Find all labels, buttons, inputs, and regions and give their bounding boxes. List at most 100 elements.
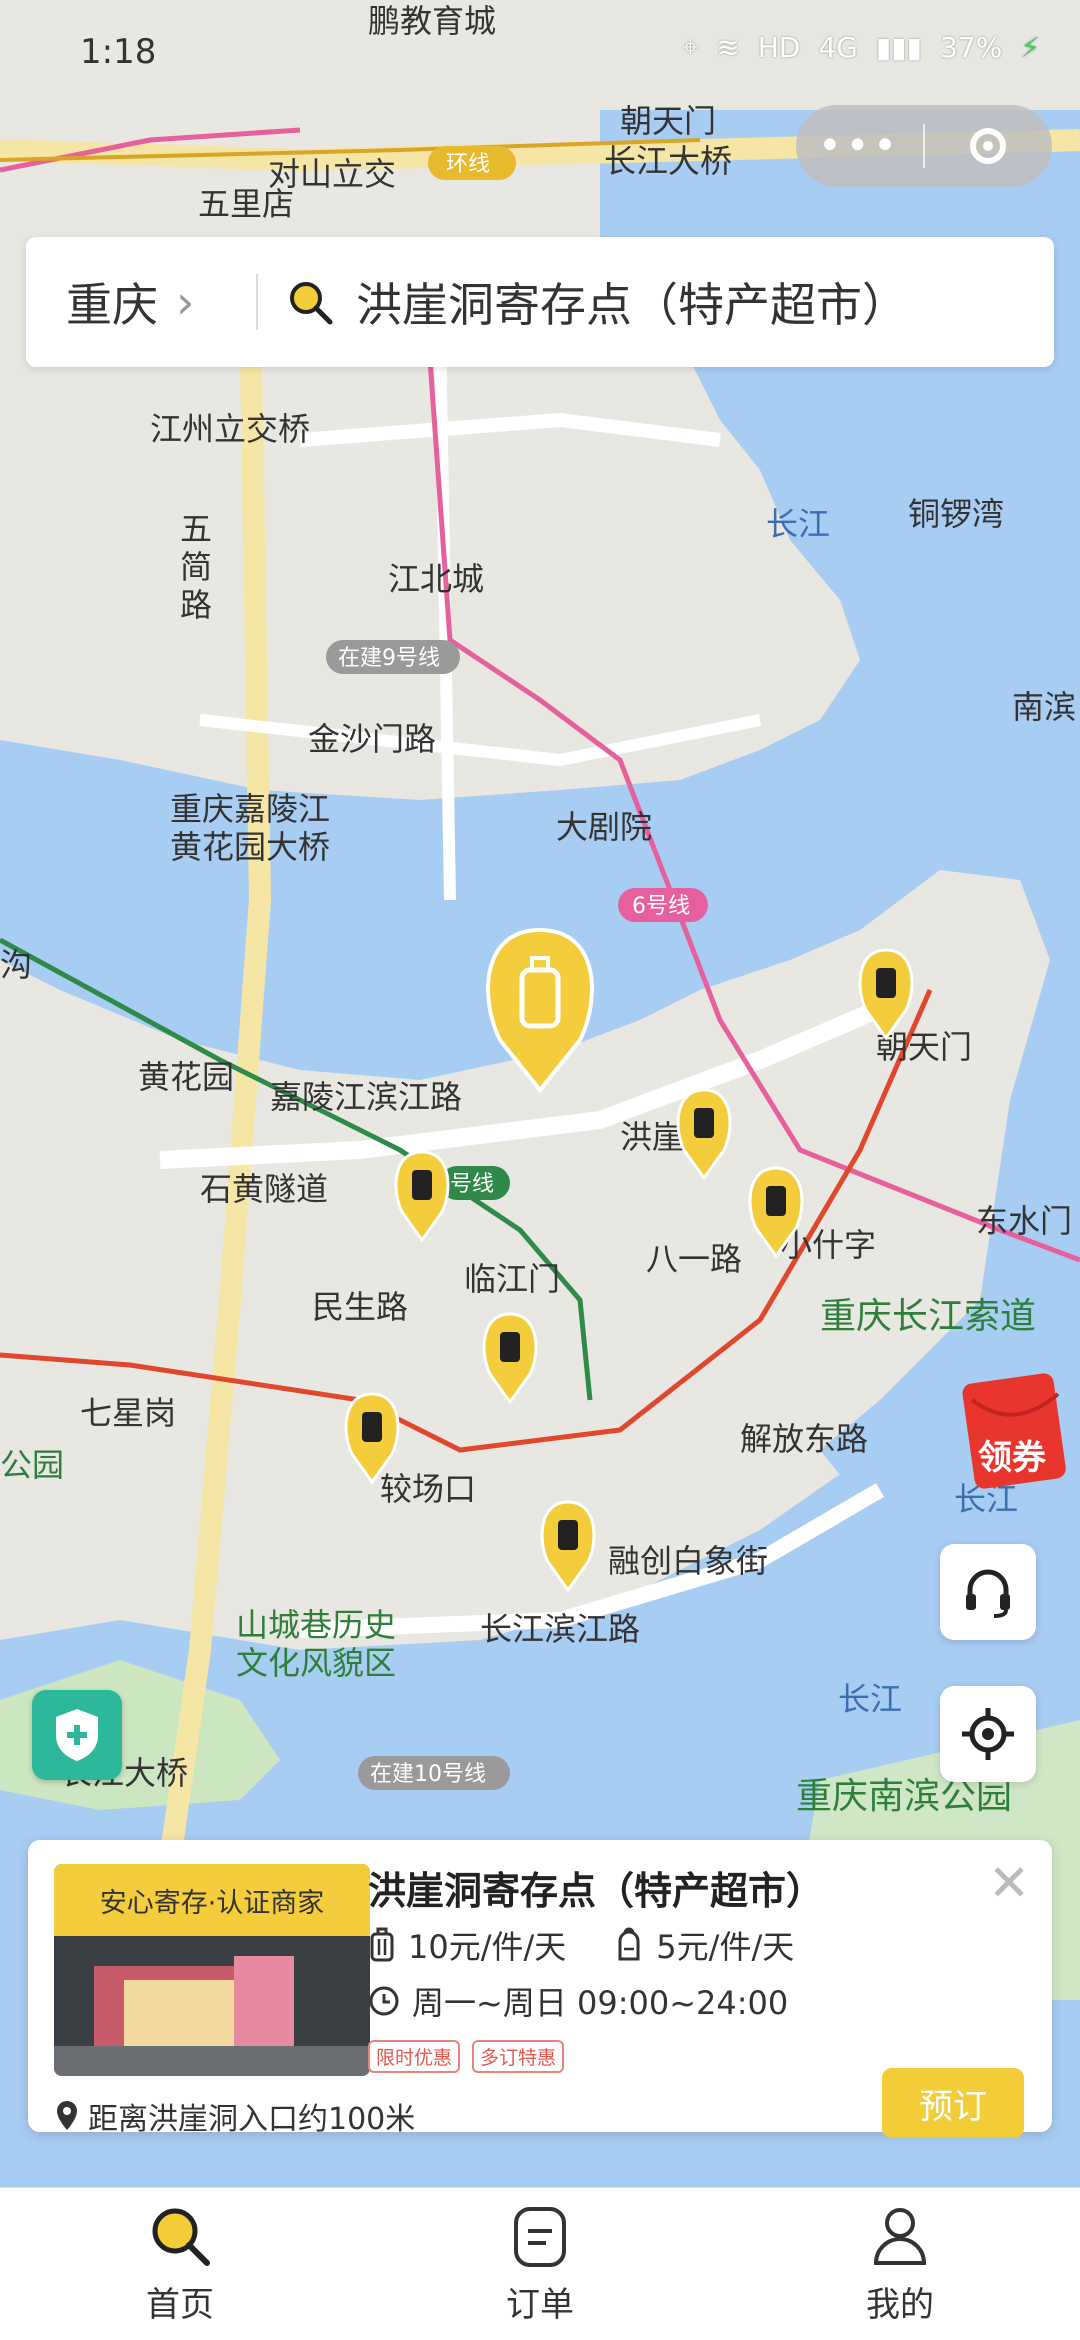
map-label: 金沙门路 (308, 720, 436, 758)
search-icon (290, 282, 333, 325)
signal-label: 4G (818, 30, 858, 64)
wifi-icon: ≋ (716, 30, 740, 64)
map-label: 洪崖 (620, 1118, 684, 1156)
chevron-right-icon: › (176, 275, 195, 329)
line-badge: 在建9号线 (338, 646, 440, 671)
location-icon: ⌖ (682, 30, 699, 63)
map-label: 五 (180, 510, 212, 548)
location-pin-icon (57, 2101, 77, 2130)
battery-label: 37% (940, 30, 1003, 64)
tab-orders[interactable]: 订单 (360, 2188, 720, 2340)
map-label: 文化风貌区 (236, 1644, 396, 1682)
store-card[interactable]: 安心寄存·认证商家 洪崖洞寄存点（特产超市） ✕ 10元/件/天 5元/件/天 … (28, 1840, 1052, 2138)
map-label: 长江大桥 (604, 142, 732, 180)
headset-icon (966, 1569, 1010, 1618)
map-label: 临江门 (464, 1260, 560, 1298)
price-large: 10元/件/天 (368, 1922, 566, 1968)
status-bar: 1:18 ⌖ ≋ HD 4G ▮▮▮ 37% ⚡ (0, 0, 1080, 110)
line-badge: 6号线 (632, 894, 690, 919)
hours-text: 周一~周日 09:00~24:00 (412, 1984, 789, 2022)
line-badge: 环线 (446, 152, 490, 177)
coupon-label: 领券 (978, 1438, 1046, 1478)
certified-banner: 安心寄存·认证商家 (54, 1864, 370, 1936)
close-icon[interactable]: ✕ (988, 1858, 1030, 1908)
map-label: 对山立交 (268, 155, 396, 193)
map-label: 重庆南滨公园 (796, 1776, 1012, 1817)
line-badge: 号线 (450, 1172, 494, 1197)
map-label: 黄花园大桥 (170, 828, 330, 866)
map-label: 南滨 (1012, 688, 1076, 726)
search-bar: 重庆 › 洪崖洞寄存点（特产超市） (26, 237, 1054, 367)
map-label: 江北城 (388, 560, 484, 598)
map-label: 山城巷历史 (236, 1606, 396, 1644)
tab-home-label: 首页 (146, 2285, 214, 2325)
price-small: 5元/件/天 (614, 1922, 794, 1968)
suitcase-icon (370, 1927, 394, 1962)
search-icon (152, 2208, 210, 2266)
search-query: 洪崖洞寄存点（特产超市） (356, 278, 908, 332)
opening-hours: 周一~周日 09:00~24:00 (368, 1978, 788, 2024)
map-label: 东水门 (976, 1202, 1072, 1240)
clock-icon (369, 1986, 399, 2016)
map-label: 大剧院 (556, 808, 652, 846)
map-label: 铜锣湾 (908, 495, 1004, 533)
map-label: 公园 (0, 1446, 64, 1484)
bottom-nav: 首页 订单 我的 (0, 2187, 1080, 2340)
promo-tag: 多订特惠 (472, 2040, 565, 2073)
map-label: 重庆嘉陵江 (170, 790, 330, 828)
map-label: 路 (180, 586, 212, 624)
map-label: 八一路 (646, 1240, 742, 1278)
map-label: 重庆长江索道 (820, 1296, 1036, 1337)
target-ring-icon[interactable] (925, 128, 1052, 164)
map-label: 黄花园 (138, 1058, 234, 1096)
price-small-text: 5元/件/天 (656, 1928, 795, 1966)
signal-icon: ▮▮▮ (875, 30, 923, 64)
map-label: 嘉陵江滨江路 (270, 1078, 462, 1116)
locate-button[interactable] (940, 1686, 1036, 1782)
coupon-button[interactable]: 领券 (960, 1370, 1068, 1490)
map-label: 长江 (838, 1680, 902, 1718)
map-label: 较场口 (380, 1470, 476, 1508)
tab-orders-label: 订单 (506, 2285, 574, 2325)
city-selector[interactable]: 重庆 › (26, 269, 256, 335)
shield-plus-icon (56, 1709, 98, 1761)
backpack-icon (618, 1927, 640, 1961)
store-photo-image (54, 1936, 370, 2076)
order-icon (514, 2207, 566, 2267)
map-label: 七星岗 (80, 1394, 176, 1432)
price-large-text: 10元/件/天 (408, 1928, 567, 1966)
book-button[interactable]: 预订 (882, 2068, 1024, 2138)
more-dots-icon[interactable]: ••• (796, 123, 923, 169)
insurance-button[interactable] (32, 1690, 122, 1780)
map-label: 长江滨江路 (480, 1610, 640, 1648)
map-label: 石黄隧道 (200, 1170, 328, 1208)
store-title: 洪崖洞寄存点（特产超市） (368, 1869, 825, 1913)
network-label: HD (757, 30, 801, 64)
customer-service-button[interactable] (940, 1544, 1036, 1640)
map-label: 沟 (0, 946, 32, 984)
profile-icon (873, 2208, 927, 2265)
map-label: 融创白象街 (608, 1542, 768, 1580)
map-label: 简 (180, 548, 212, 586)
tab-home[interactable]: 首页 (0, 2188, 360, 2340)
map-label: 江州立交桥 (150, 410, 310, 448)
crosshair-icon (962, 1708, 1014, 1760)
city-label: 重庆 (66, 278, 158, 332)
line-badge: 在建10号线 (370, 1762, 486, 1787)
charging-icon: ⚡ (1020, 30, 1040, 64)
miniprogram-capsule: ••• (796, 105, 1052, 187)
status-time: 1:18 (80, 32, 157, 72)
map-label: 民生路 (312, 1288, 408, 1326)
distance-info: 距离洪崖洞入口约100米 (54, 2094, 415, 2138)
promo-tag: 限时优惠 (368, 2040, 461, 2073)
store-photo: 安心寄存·认证商家 (54, 1864, 370, 2076)
distance-text: 距离洪崖洞入口约100米 (88, 2102, 416, 2137)
map-label: 长江 (766, 505, 830, 543)
status-icons: ⌖ ≋ HD 4G ▮▮▮ 37% ⚡ (682, 30, 1040, 64)
promo-tags: 限时优惠 多订特惠 (368, 2040, 565, 2073)
search-input[interactable]: 洪崖洞寄存点（特产超市） (258, 269, 908, 335)
tab-profile[interactable]: 我的 (720, 2188, 1080, 2340)
map-label: 解放东路 (740, 1420, 868, 1458)
tab-profile-label: 我的 (866, 2285, 934, 2325)
price-row: 10元/件/天 5元/件/天 (368, 1922, 842, 1968)
